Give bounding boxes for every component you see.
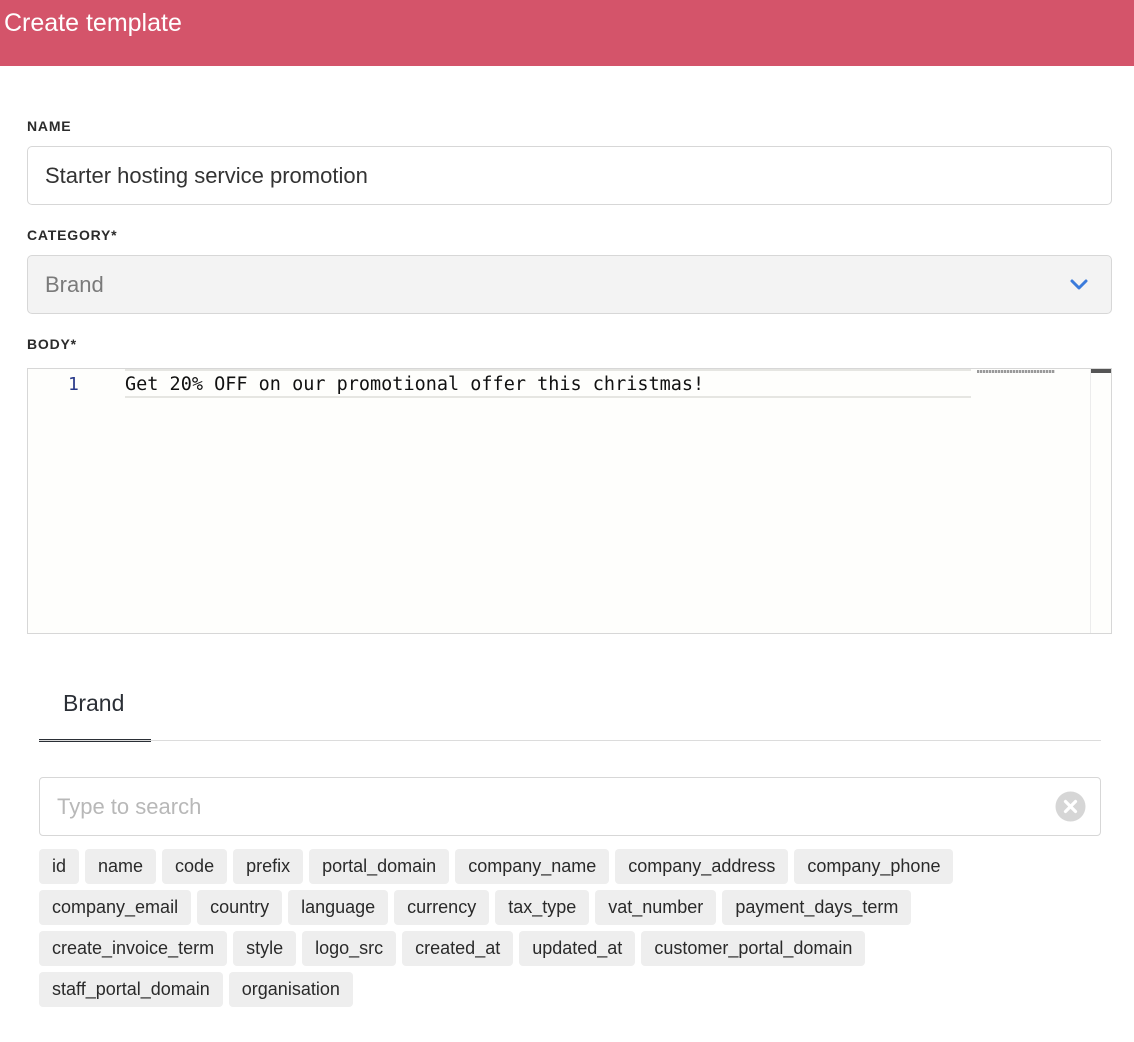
- variable-tag-payment-days-term[interactable]: payment_days_term: [722, 890, 912, 925]
- variable-search-input[interactable]: [39, 777, 1101, 836]
- variable-tag-created-at[interactable]: created_at: [402, 931, 514, 966]
- variable-tag-prefix[interactable]: prefix: [233, 849, 304, 884]
- variable-tag-company-phone[interactable]: company_phone: [794, 849, 954, 884]
- variable-tag-id[interactable]: id: [39, 849, 80, 884]
- variable-tag-style[interactable]: style: [233, 931, 297, 966]
- variable-tag-code[interactable]: code: [162, 849, 228, 884]
- tab-brand-label: Brand: [63, 690, 125, 716]
- category-select[interactable]: Brand: [27, 255, 1112, 314]
- clear-circle-icon[interactable]: [1055, 791, 1086, 822]
- variable-tag-tax-type[interactable]: tax_type: [495, 890, 590, 925]
- variable-tag-updated-at[interactable]: updated_at: [519, 931, 636, 966]
- tag-row: company_email country language currency …: [39, 890, 1109, 925]
- variable-tag-portal-domain[interactable]: portal_domain: [309, 849, 450, 884]
- variable-tag-logo-src[interactable]: logo_src: [302, 931, 397, 966]
- editor-line-number: 1: [68, 374, 79, 395]
- tag-row: id name code prefix portal_domain compan…: [39, 849, 1109, 884]
- variable-tag-company-email[interactable]: company_email: [39, 890, 192, 925]
- category-select-value: Brand: [45, 272, 104, 297]
- body-code-editor[interactable]: 1 Get 20% OFF on our promotional offer t…: [27, 368, 1112, 634]
- editor-scrollbar-thumb[interactable]: [1091, 369, 1111, 373]
- variable-tag-company-address[interactable]: company_address: [615, 849, 789, 884]
- variable-tag-customer-portal-domain[interactable]: customer_portal_domain: [641, 931, 866, 966]
- tag-row: staff_portal_domain organisation: [39, 972, 1109, 1007]
- variable-tag-list: id name code prefix portal_domain compan…: [39, 849, 1109, 1013]
- tag-row: create_invoice_term style logo_src creat…: [39, 931, 1109, 966]
- chevron-down-icon: [1070, 279, 1088, 290]
- editor-current-line-top: [125, 369, 971, 371]
- variable-tag-country[interactable]: country: [197, 890, 283, 925]
- tab-divider: [39, 740, 1101, 741]
- variable-tag-vat-number[interactable]: vat_number: [595, 890, 717, 925]
- name-label: NAME: [27, 118, 72, 134]
- variable-tag-name[interactable]: name: [85, 849, 157, 884]
- variable-tag-language[interactable]: language: [288, 890, 389, 925]
- variable-tag-create-invoice-term[interactable]: create_invoice_term: [39, 931, 228, 966]
- body-label: BODY*: [27, 336, 77, 352]
- editor-line-text[interactable]: Get 20% OFF on our promotional offer thi…: [125, 374, 704, 396]
- category-label: CATEGORY*: [27, 227, 118, 243]
- editor-current-line-bottom: [125, 396, 971, 398]
- variable-tag-organisation[interactable]: organisation: [228, 972, 353, 1007]
- editor-scrollbar[interactable]: [1090, 369, 1111, 633]
- page-header: Create template: [0, 0, 1134, 66]
- editor-minimap[interactable]: [977, 370, 1055, 373]
- variable-tag-currency[interactable]: currency: [394, 890, 490, 925]
- page-title: Create template: [4, 9, 182, 37]
- variable-tag-company-name[interactable]: company_name: [455, 849, 610, 884]
- variable-tag-staff-portal-domain[interactable]: staff_portal_domain: [39, 972, 223, 1007]
- name-input[interactable]: [27, 146, 1112, 205]
- tab-brand[interactable]: Brand: [39, 684, 151, 742]
